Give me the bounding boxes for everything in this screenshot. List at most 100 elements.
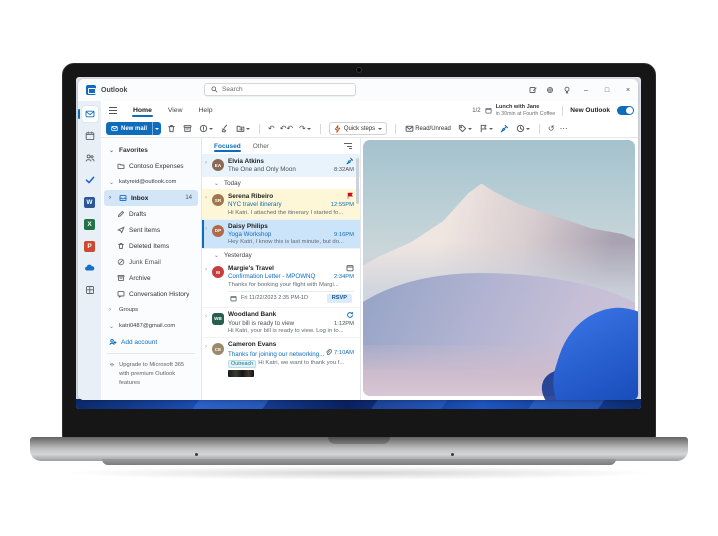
minimize-button[interactable]: –	[580, 87, 592, 94]
reply-icon[interactable]: ↶	[268, 125, 275, 133]
reminder-widget[interactable]: 1/2 Lunch with Jane in 30min at Fourth C…	[472, 104, 638, 117]
rail-word[interactable]: W	[82, 194, 98, 210]
new-mail-icon	[111, 125, 118, 132]
laptop-base	[30, 437, 688, 461]
folder-contoso-expenses[interactable]: Contoso Expenses	[101, 158, 201, 174]
tab-other[interactable]: Other	[253, 141, 269, 152]
expand-chevron-icon[interactable]: ›	[205, 267, 207, 273]
rail-mail[interactable]	[82, 106, 98, 122]
flag-icon[interactable]	[346, 192, 354, 200]
message-list: Focused Other › EA	[201, 138, 361, 400]
calendar-icon	[85, 131, 95, 141]
folder-conversation-history[interactable]: Conversation History	[101, 286, 201, 302]
folder-junk-email[interactable]: Junk Email	[101, 254, 201, 270]
email-subject: Thanks for joining our networking...	[228, 351, 324, 358]
section-yesterday[interactable]: ⌄ Yesterday	[202, 249, 360, 261]
dropdown-caret	[246, 128, 250, 130]
toolbar-more-button[interactable]: ⋯	[560, 125, 569, 133]
sweep-button[interactable]	[219, 123, 230, 134]
folder-inbox[interactable]: › Inbox 14	[104, 190, 198, 206]
expand-chevron-icon[interactable]: ›	[205, 195, 207, 201]
rail-people[interactable]	[82, 150, 98, 166]
history-icon	[117, 290, 125, 298]
section-today[interactable]: ⌄ Today	[202, 177, 360, 189]
new-mail-label: New mail	[121, 126, 147, 132]
close-button[interactable]: ×	[622, 87, 634, 94]
onedrive-cloud-icon	[84, 264, 95, 272]
tab-help[interactable]: Help	[198, 104, 214, 117]
expand-chevron-icon[interactable]: ›	[205, 160, 207, 166]
new-outlook-toggle[interactable]	[617, 106, 634, 115]
email-row-elvia[interactable]: › EA Elvia Atkins	[202, 154, 360, 177]
upgrade-banner[interactable]: Upgrade to Microsoft 365 with premium Ou…	[101, 357, 201, 388]
rsvp-button[interactable]: RSVP	[327, 294, 352, 303]
expand-chevron-icon[interactable]: ›	[205, 314, 207, 320]
email-sender: Margie's Travel	[228, 265, 274, 272]
rail-calendar[interactable]	[82, 128, 98, 144]
reading-pane	[361, 138, 638, 400]
folder-archive[interactable]: Archive	[101, 270, 201, 286]
upgrade-text: Upgrade to Microsoft 365 with premium Ou…	[119, 361, 193, 388]
delete-button[interactable]	[166, 123, 177, 134]
email-row-margies-travel[interactable]: › M Margie's Travel	[202, 261, 360, 308]
inline-image-thumbnail	[228, 370, 254, 377]
rail-excel[interactable]: X	[82, 216, 98, 232]
hamburger-menu-icon[interactable]	[109, 107, 117, 114]
account-secondary-header[interactable]: ⌄ katri0487@gmail.com	[101, 318, 201, 334]
new-mail-dropdown[interactable]	[152, 122, 161, 135]
tips-bulb-icon[interactable]	[563, 86, 571, 94]
flag-button[interactable]	[478, 123, 494, 134]
meeting-invite-row: Fri 11/22/2023 2:35 PM-1D RSVP	[228, 291, 354, 304]
email-row-daisy[interactable]: › DP Daisy Philips Yoga Workshop 9:16PM …	[202, 220, 360, 250]
folder-deleted-items[interactable]: Deleted Items	[101, 238, 201, 254]
chevron-right-icon: ›	[109, 307, 115, 313]
ribbon-tab-row: Home View Help 1/2 Lunch with Jane in 30…	[101, 101, 638, 120]
rail-onedrive[interactable]	[82, 260, 98, 276]
folder-sent-items[interactable]: Sent Items	[101, 222, 201, 238]
message-list-scrollbar[interactable]	[356, 158, 359, 204]
chevron-right-icon: ›	[109, 195, 115, 201]
snooze-button[interactable]	[515, 123, 531, 134]
filter-icon[interactable]	[344, 143, 352, 149]
avatar: CE	[212, 343, 224, 355]
read-unread-button[interactable]: Read/Unread	[404, 123, 452, 134]
feedback-icon[interactable]	[529, 86, 537, 94]
undo-icon[interactable]: ↺	[548, 125, 555, 133]
search-input[interactable]: Search	[204, 83, 356, 96]
email-preview: Hi Katri. I attached the itinerary I sta…	[228, 210, 354, 216]
email-time: 2:34PM	[334, 274, 354, 280]
email-preview: Hi Katri, your bill is ready to view. Lo…	[228, 328, 354, 334]
expand-chevron-icon[interactable]: ›	[205, 344, 207, 350]
maximize-button[interactable]: □	[601, 87, 613, 94]
rail-powerpoint[interactable]: P	[82, 238, 98, 254]
favorites-header[interactable]: ⌄ Favorites	[101, 142, 201, 158]
pencil-icon	[117, 210, 125, 218]
email-row-serena[interactable]: › SR Serena Ribeiro	[202, 189, 360, 220]
tab-focused[interactable]: Focused	[214, 141, 241, 152]
wallpaper-streak	[370, 399, 453, 409]
new-mail-button[interactable]: New mail	[106, 122, 161, 135]
folder-drafts[interactable]: Drafts	[101, 206, 201, 222]
account-primary-header[interactable]: ⌄ katyreid@outlook.com	[101, 174, 201, 190]
add-account-button[interactable]: Add account	[101, 334, 201, 350]
pin-button[interactable]	[499, 123, 510, 134]
expand-chevron-icon[interactable]: ›	[205, 226, 207, 232]
section-label: Today	[224, 180, 241, 187]
quick-steps-button[interactable]: Quick steps	[329, 122, 387, 135]
reply-all-icon[interactable]: ↶↶	[280, 125, 293, 133]
report-button[interactable]	[198, 123, 214, 134]
forward-button[interactable]: ↷	[298, 124, 312, 134]
categorize-button[interactable]	[457, 123, 473, 134]
groups-header[interactable]: › Groups	[101, 302, 201, 318]
rail-more-apps[interactable]	[82, 282, 98, 298]
trash-icon	[167, 124, 176, 133]
archive-button[interactable]	[182, 123, 193, 134]
section-label: Yesterday	[224, 252, 252, 259]
rail-todo[interactable]	[82, 172, 98, 188]
email-row-woodland-bank[interactable]: › WB Woodland Bank	[202, 308, 360, 339]
gear-icon[interactable]	[546, 86, 554, 94]
move-to-button[interactable]	[235, 123, 251, 134]
tab-home[interactable]: Home	[132, 104, 153, 117]
email-row-cameron[interactable]: › CE Cameron Evans Thanks for joining ou…	[202, 338, 360, 380]
tab-view[interactable]: View	[167, 104, 184, 117]
